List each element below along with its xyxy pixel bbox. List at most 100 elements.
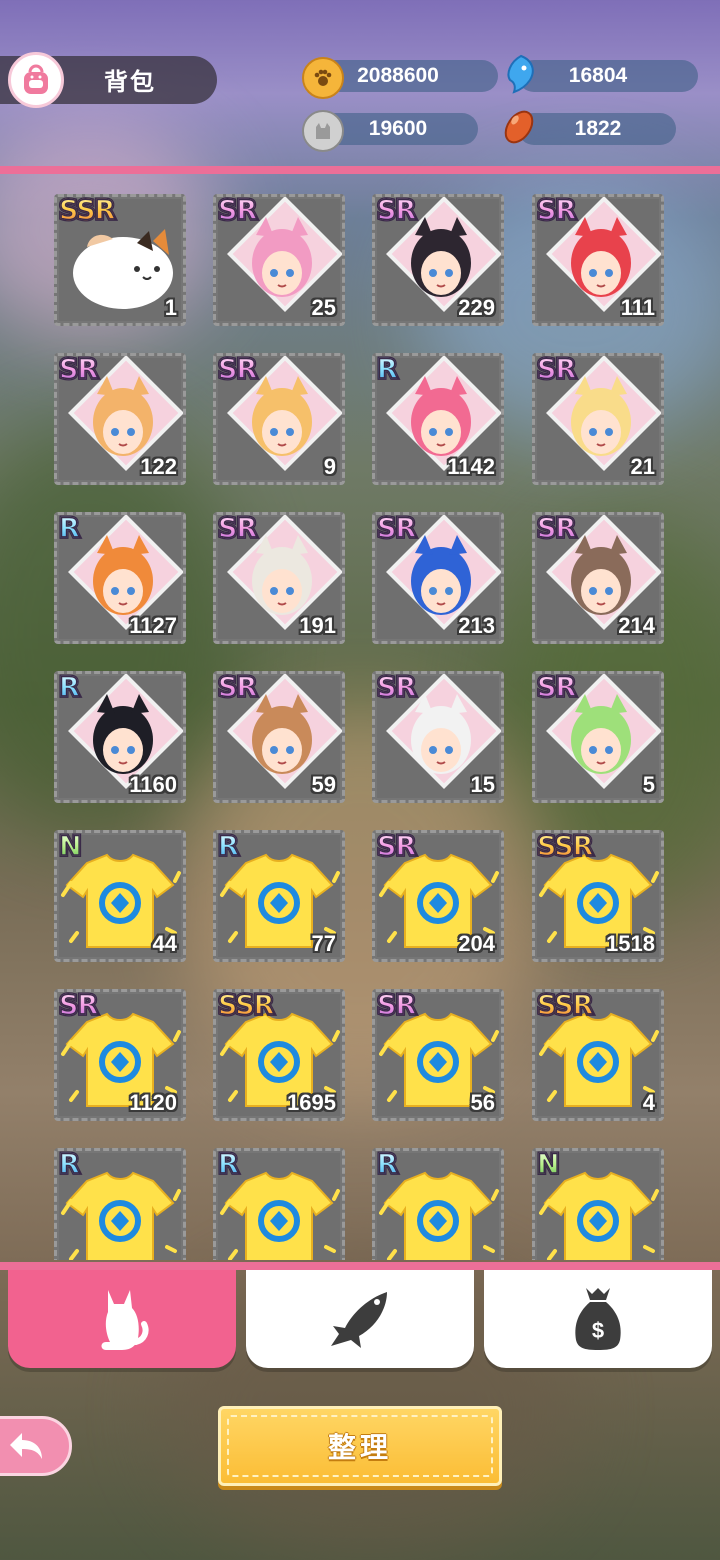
- resource-value: 2088600: [357, 64, 439, 87]
- inventory-item[interactable]: SRSR122: [54, 353, 186, 485]
- money-bag-tab[interactable]: $: [484, 1270, 712, 1368]
- item-count: 1160: [129, 772, 177, 797]
- inventory-item[interactable]: SRSR229: [372, 194, 504, 326]
- item-count: 1120: [129, 1090, 177, 1115]
- inventory-item[interactable]: RR: [54, 1148, 186, 1260]
- item-count: 1695: [287, 1090, 336, 1115]
- inventory-item[interactable]: SSRSSR4: [532, 989, 664, 1121]
- resource-value: 19600: [368, 117, 428, 140]
- item-count: 1: [164, 295, 177, 320]
- inventory-grid: SSR SSR 1 SR SR 25 SR SR 229: [0, 174, 720, 1260]
- sort-button-label: 整理: [327, 1432, 392, 1463]
- inventory-item[interactable]: SSRSSR1518: [532, 830, 664, 962]
- item-count: 191: [299, 613, 336, 638]
- rarity-badge: SR: [376, 831, 417, 863]
- paw-coin-icon: [302, 57, 344, 99]
- rarity-badge: SSR: [536, 990, 594, 1022]
- page-title: 背包: [104, 69, 156, 96]
- item-count: 1518: [606, 931, 655, 956]
- inventory-item[interactable]: SRSR1120: [54, 989, 186, 1121]
- inventory-item[interactable]: NN: [532, 1148, 664, 1260]
- inventory-item[interactable]: SRSR9: [213, 353, 345, 485]
- rarity-badge: N: [536, 1149, 560, 1181]
- rarity-badge: SR: [217, 195, 258, 227]
- resource-value: 16804: [568, 64, 628, 87]
- silver-token-icon: [302, 110, 344, 152]
- inventory-item[interactable]: SRSR213: [372, 512, 504, 644]
- rarity-badge: R: [58, 513, 80, 545]
- backpack-icon: [8, 52, 64, 108]
- rarity-badge: SSR: [536, 831, 594, 863]
- item-count: 229: [458, 295, 495, 320]
- rarity-badge: SSR: [58, 195, 116, 227]
- rarity-badge: SSR: [217, 990, 275, 1022]
- rarity-badge: N: [58, 831, 82, 863]
- rarity-badge: R: [58, 1149, 80, 1181]
- rarity-badge: SR: [536, 513, 577, 545]
- item-count: 214: [618, 613, 655, 638]
- item-count: 44: [152, 931, 177, 956]
- inventory-item[interactable]: SRSR191: [213, 512, 345, 644]
- bean-icon: [500, 108, 538, 146]
- item-count: 77: [311, 931, 336, 956]
- item-count: 25: [311, 295, 336, 320]
- inventory-item[interactable]: RR: [372, 1148, 504, 1260]
- item-count: 1142: [447, 454, 495, 479]
- rarity-badge: SR: [376, 672, 417, 704]
- inventory-item[interactable]: NN44: [54, 830, 186, 962]
- item-count: 213: [458, 613, 495, 638]
- inventory-item[interactable]: SRSR5: [532, 671, 664, 803]
- inventory-item[interactable]: RR1142: [372, 353, 504, 485]
- rarity-badge: SR: [376, 195, 417, 227]
- inventory-item[interactable]: RR1160: [54, 671, 186, 803]
- divider-top: [0, 166, 720, 174]
- cat-tab[interactable]: [8, 1270, 236, 1368]
- divider-bottom: [0, 1262, 720, 1270]
- resource-value: 1822: [574, 117, 622, 140]
- svg-text:$: $: [592, 1318, 604, 1343]
- top-bar: 背包 2088600 16804 19600 1822: [0, 0, 720, 170]
- rarity-badge: SR: [536, 354, 577, 386]
- rarity-badge: R: [376, 1149, 398, 1181]
- item-count: 59: [311, 772, 336, 797]
- back-arrow-icon: [10, 1433, 42, 1459]
- inventory-item[interactable]: SRSR204: [372, 830, 504, 962]
- rarity-badge: R: [58, 672, 80, 704]
- item-count: 204: [458, 931, 495, 956]
- rarity-badge: SR: [58, 354, 99, 386]
- rarity-badge: SR: [376, 990, 417, 1022]
- inventory-item[interactable]: SRSR56: [372, 989, 504, 1121]
- rarity-badge: R: [376, 354, 398, 386]
- inventory-item[interactable]: SRSR111: [532, 194, 664, 326]
- item-count: 21: [630, 454, 655, 479]
- inventory-item[interactable]: SRSR21: [532, 353, 664, 485]
- inventory-item[interactable]: SRSR214: [532, 512, 664, 644]
- rarity-badge: SR: [217, 354, 258, 386]
- inventory-item[interactable]: SSRSSR1695: [213, 989, 345, 1121]
- item-count: 111: [620, 295, 655, 320]
- inventory-item[interactable]: SRSR25: [213, 194, 345, 326]
- item-count: 1127: [129, 613, 177, 638]
- fish-gem-icon: [502, 54, 540, 94]
- sort-button[interactable]: 整理: [218, 1406, 502, 1486]
- cat-icon: [101, 1290, 149, 1350]
- item-count: 5: [642, 772, 655, 797]
- rarity-badge: SR: [376, 513, 417, 545]
- inventory-item[interactable]: RR: [213, 1148, 345, 1260]
- inventory-item[interactable]: RR77: [213, 830, 345, 962]
- rarity-badge: SR: [217, 513, 258, 545]
- rarity-badge: SR: [217, 672, 258, 704]
- inventory-item[interactable]: RR1127: [54, 512, 186, 644]
- rarity-badge: R: [217, 831, 239, 863]
- inventory-item[interactable]: SSRSSR1: [54, 194, 186, 326]
- inventory-item[interactable]: SRSR59: [213, 671, 345, 803]
- item-count: 9: [323, 454, 336, 479]
- rarity-badge: R: [217, 1149, 239, 1181]
- item-count: 15: [470, 772, 495, 797]
- back-button[interactable]: [0, 1416, 72, 1476]
- item-count: 56: [470, 1090, 495, 1115]
- item-count: 4: [642, 1090, 655, 1115]
- inventory-item[interactable]: SRSR15: [372, 671, 504, 803]
- fish-tab[interactable]: [246, 1270, 474, 1368]
- rarity-badge: SR: [58, 990, 99, 1022]
